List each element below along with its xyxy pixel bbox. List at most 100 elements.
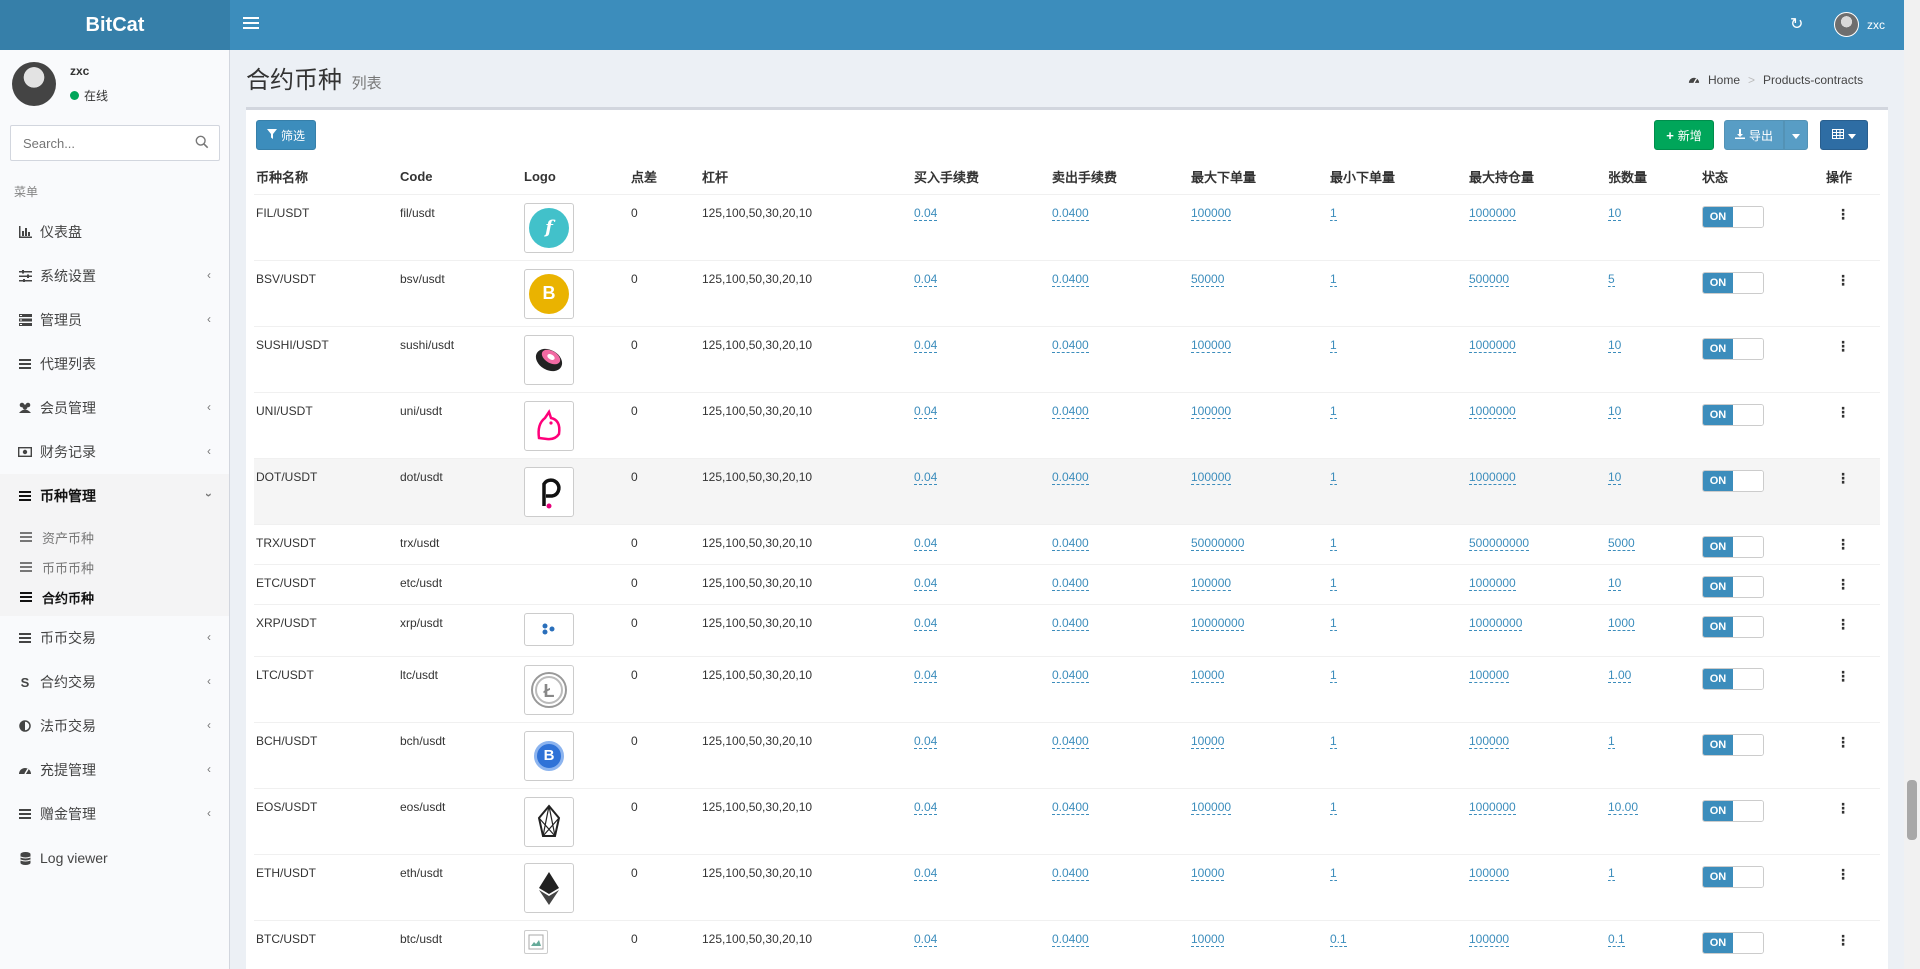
status-toggle[interactable]: ON bbox=[1702, 575, 1764, 598]
editable-lot[interactable]: 5000 bbox=[1608, 535, 1635, 551]
scrollbar-thumb[interactable] bbox=[1907, 780, 1917, 840]
column-header[interactable]: 张数量 bbox=[1606, 160, 1700, 195]
editable-sell-fee[interactable]: 0.0400 bbox=[1052, 575, 1089, 591]
editable-buy-fee[interactable]: 0.04 bbox=[914, 271, 938, 287]
page-scrollbar[interactable] bbox=[1904, 0, 1920, 969]
sidebar-subitem-spot-currency[interactable]: 币币币种 bbox=[0, 552, 229, 582]
editable-max-position[interactable]: 1000000 bbox=[1469, 337, 1516, 353]
editable-lot[interactable]: 1 bbox=[1608, 865, 1615, 881]
more-vertical-icon[interactable]: ⋮ bbox=[1826, 734, 1850, 750]
status-toggle[interactable]: ON bbox=[1702, 667, 1764, 690]
sidebar-toggle-icon[interactable] bbox=[243, 15, 259, 31]
status-toggle[interactable]: ON bbox=[1702, 931, 1764, 954]
column-header[interactable]: 最大下单量 bbox=[1189, 160, 1328, 195]
editable-sell-fee[interactable]: 0.0400 bbox=[1052, 205, 1089, 221]
editable-max-position[interactable]: 1000000 bbox=[1469, 469, 1516, 485]
editable-buy-fee[interactable]: 0.04 bbox=[914, 667, 938, 683]
more-vertical-icon[interactable]: ⋮ bbox=[1826, 576, 1850, 592]
more-vertical-icon[interactable]: ⋮ bbox=[1826, 932, 1850, 948]
editable-min-order[interactable]: 1 bbox=[1330, 733, 1337, 749]
add-button[interactable]: + 新增 bbox=[1654, 120, 1714, 150]
editable-lot[interactable]: 1.00 bbox=[1608, 667, 1632, 683]
sidebar-subitem-asset-currency[interactable]: 资产币种 bbox=[0, 522, 229, 552]
breadcrumb-home[interactable]: Home bbox=[1708, 73, 1740, 87]
editable-max-order[interactable]: 100000 bbox=[1191, 337, 1232, 353]
editable-sell-fee[interactable]: 0.0400 bbox=[1052, 337, 1089, 353]
editable-min-order[interactable]: 1 bbox=[1330, 575, 1337, 591]
column-header[interactable]: 最小下单量 bbox=[1328, 160, 1467, 195]
more-vertical-icon[interactable]: ⋮ bbox=[1826, 272, 1850, 288]
editable-max-position[interactable]: 10000000 bbox=[1469, 615, 1523, 631]
editable-sell-fee[interactable]: 0.0400 bbox=[1052, 865, 1089, 881]
editable-min-order[interactable]: 1 bbox=[1330, 535, 1337, 551]
editable-min-order[interactable]: 1 bbox=[1330, 799, 1337, 815]
columns-button[interactable] bbox=[1820, 120, 1868, 150]
export-dropdown-button[interactable] bbox=[1784, 120, 1808, 150]
more-vertical-icon[interactable]: ⋮ bbox=[1826, 470, 1850, 486]
user-menu[interactable]: zxc bbox=[1834, 12, 1885, 37]
editable-lot[interactable]: 0.1 bbox=[1608, 931, 1625, 947]
more-vertical-icon[interactable]: ⋮ bbox=[1826, 536, 1850, 552]
editable-min-order[interactable]: 1 bbox=[1330, 337, 1337, 353]
editable-max-order[interactable]: 10000 bbox=[1191, 667, 1225, 683]
editable-lot[interactable]: 1 bbox=[1608, 733, 1615, 749]
status-toggle[interactable]: ON bbox=[1702, 733, 1764, 756]
search-input[interactable] bbox=[11, 126, 186, 160]
column-header[interactable]: Code bbox=[398, 160, 522, 195]
column-header[interactable]: 卖出手续费 bbox=[1050, 160, 1189, 195]
editable-max-position[interactable]: 1000000 bbox=[1469, 575, 1516, 591]
editable-lot[interactable]: 10 bbox=[1608, 469, 1622, 485]
editable-min-order[interactable]: 1 bbox=[1330, 469, 1337, 485]
column-header[interactable]: 操作 bbox=[1824, 160, 1880, 195]
editable-buy-fee[interactable]: 0.04 bbox=[914, 799, 938, 815]
editable-max-order[interactable]: 100000 bbox=[1191, 403, 1232, 419]
column-header[interactable]: Logo bbox=[522, 160, 629, 195]
editable-buy-fee[interactable]: 0.04 bbox=[914, 575, 938, 591]
editable-max-position[interactable]: 100000 bbox=[1469, 667, 1510, 683]
sidebar-item-system-settings[interactable]: 系统设置 ‹ bbox=[0, 254, 229, 298]
editable-max-order[interactable]: 10000000 bbox=[1191, 615, 1245, 631]
sidebar-item-admins[interactable]: 管理员 ‹ bbox=[0, 298, 229, 342]
editable-buy-fee[interactable]: 0.04 bbox=[914, 931, 938, 947]
editable-min-order[interactable]: 1 bbox=[1330, 865, 1337, 881]
more-vertical-icon[interactable]: ⋮ bbox=[1826, 866, 1850, 882]
editable-buy-fee[interactable]: 0.04 bbox=[914, 865, 938, 881]
editable-max-position[interactable]: 500000000 bbox=[1469, 535, 1530, 551]
editable-sell-fee[interactable]: 0.0400 bbox=[1052, 733, 1089, 749]
more-vertical-icon[interactable]: ⋮ bbox=[1826, 668, 1850, 684]
status-toggle[interactable]: ON bbox=[1702, 469, 1764, 492]
refresh-icon[interactable]: ↻ bbox=[1790, 14, 1803, 34]
status-toggle[interactable]: ON bbox=[1702, 403, 1764, 426]
editable-max-order[interactable]: 100000 bbox=[1191, 575, 1232, 591]
editable-buy-fee[interactable]: 0.04 bbox=[914, 615, 938, 631]
editable-lot[interactable]: 10 bbox=[1608, 337, 1622, 353]
brand-logo[interactable]: BitCat bbox=[0, 0, 230, 50]
status-toggle[interactable]: ON bbox=[1702, 615, 1764, 638]
editable-buy-fee[interactable]: 0.04 bbox=[914, 733, 938, 749]
editable-lot[interactable]: 10 bbox=[1608, 403, 1622, 419]
sidebar-item-members[interactable]: 会员管理 ‹ bbox=[0, 386, 229, 430]
column-header[interactable]: 最大持仓量 bbox=[1467, 160, 1606, 195]
export-button[interactable]: 导出 bbox=[1724, 120, 1784, 150]
sidebar-item-bonus[interactable]: 赠金管理 ‹ bbox=[0, 792, 229, 836]
editable-max-order[interactable]: 100000 bbox=[1191, 205, 1232, 221]
filter-button[interactable]: 筛选 bbox=[256, 120, 316, 150]
editable-min-order[interactable]: 1 bbox=[1330, 667, 1337, 683]
editable-max-position[interactable]: 100000 bbox=[1469, 931, 1510, 947]
editable-buy-fee[interactable]: 0.04 bbox=[914, 205, 938, 221]
more-vertical-icon[interactable]: ⋮ bbox=[1826, 616, 1850, 632]
editable-buy-fee[interactable]: 0.04 bbox=[914, 535, 938, 551]
editable-sell-fee[interactable]: 0.0400 bbox=[1052, 931, 1089, 947]
more-vertical-icon[interactable]: ⋮ bbox=[1826, 206, 1850, 222]
status-toggle[interactable]: ON bbox=[1702, 337, 1764, 360]
column-header[interactable]: 币种名称 bbox=[254, 160, 398, 195]
status-toggle[interactable]: ON bbox=[1702, 535, 1764, 558]
editable-buy-fee[interactable]: 0.04 bbox=[914, 337, 938, 353]
editable-sell-fee[interactable]: 0.0400 bbox=[1052, 469, 1089, 485]
editable-min-order[interactable]: 1 bbox=[1330, 271, 1337, 287]
editable-lot[interactable]: 10 bbox=[1608, 205, 1622, 221]
status-toggle[interactable]: ON bbox=[1702, 271, 1764, 294]
sidebar-subitem-contract-currency[interactable]: 合约币种 bbox=[0, 582, 229, 612]
more-vertical-icon[interactable]: ⋮ bbox=[1826, 800, 1850, 816]
editable-max-order[interactable]: 50000000 bbox=[1191, 535, 1245, 551]
